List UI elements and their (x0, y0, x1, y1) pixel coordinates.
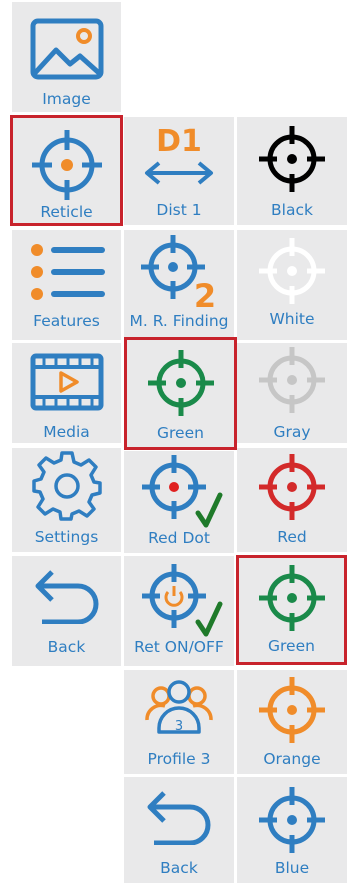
menu-item-media[interactable]: Media (12, 343, 121, 443)
menu-item-white[interactable]: White (237, 230, 347, 340)
menu-item-reticle[interactable]: Reticle (10, 115, 123, 226)
menu-item-label: Back (160, 859, 198, 877)
reticle-power-icon (142, 564, 223, 637)
menu-item-red-dot[interactable]: Red Dot (124, 451, 234, 553)
reticle-badge: 2 (194, 277, 216, 311)
check-icon (195, 601, 223, 637)
menu-item-gray[interactable]: Gray (237, 343, 347, 443)
distance-badge: D1 (156, 124, 202, 159)
menu-item-back-2[interactable]: Back (124, 777, 234, 883)
menu-item-label: Green (268, 637, 315, 655)
list-icon (30, 244, 105, 300)
menu-item-red[interactable]: Red (237, 448, 347, 552)
menu-item-label: Settings (34, 528, 99, 546)
menu-item-blue[interactable]: Blue (237, 777, 347, 883)
reticle-blue-icon (259, 787, 325, 853)
film-play-icon (30, 353, 103, 411)
menu-item-label: Gray (273, 423, 311, 441)
distance-icon: D1 (145, 124, 213, 185)
menu-item-back[interactable]: Back (12, 556, 121, 666)
gear-icon (31, 451, 102, 521)
menu-item-label: Red (277, 528, 307, 546)
reticle-black-icon (259, 126, 325, 192)
menu-item-label: Orange (263, 750, 321, 768)
menu-item-black[interactable]: Black (237, 117, 347, 225)
reticle-red-icon (259, 454, 325, 520)
menu-item-label: Profile 3 (147, 750, 211, 768)
back-arrow-icon (35, 570, 98, 624)
profile-badge: 3 (175, 719, 183, 734)
reticle-icon (31, 130, 102, 200)
reticle-red-dot-icon (142, 455, 223, 528)
menu-item-settings[interactable]: Settings (12, 448, 121, 552)
menu-item-label: White (269, 310, 315, 328)
menu-item-label: Back (47, 638, 86, 656)
check-icon (195, 492, 223, 528)
menu-item-label: Black (271, 201, 313, 219)
reticle-white-icon (259, 238, 325, 304)
menu-item-label: Red Dot (148, 529, 210, 547)
menu-item-label: M. R. Finding (129, 312, 229, 330)
menu-item-m-r-finding[interactable]: 2 M. R. Finding (124, 230, 234, 340)
menu-item-dist-1[interactable]: D1 Dist 1 (124, 117, 234, 225)
reticle-green-icon (258, 565, 325, 631)
back-arrow-icon (147, 791, 211, 845)
menu-item-label: Media (43, 423, 90, 441)
menu-item-label: Blue (274, 859, 310, 877)
menu-item-ret-on-off[interactable]: Ret ON/OFF (124, 556, 234, 666)
menu-item-green-2[interactable]: Green (236, 555, 347, 665)
menu-item-label: Reticle (40, 203, 93, 221)
menu-item-label: Image (42, 90, 91, 108)
reticle-2-icon: 2 (141, 235, 216, 311)
reticle-gray-icon (259, 347, 325, 413)
menu-item-label: Green (157, 424, 204, 442)
menu-item-green[interactable]: Green (124, 337, 237, 450)
menu-item-label: Dist 1 (156, 201, 202, 219)
reticle-green-icon (147, 350, 214, 416)
menu-item-label: Ret ON/OFF (134, 638, 224, 656)
reticle-orange-icon (259, 677, 325, 743)
menu-item-label: Features (33, 312, 100, 330)
image-icon (30, 18, 103, 80)
menu-item-features[interactable]: Features (12, 230, 121, 340)
menu-item-orange[interactable]: Orange (237, 670, 347, 774)
menu-item-image[interactable]: Image (12, 2, 121, 112)
menu-item-profile-3[interactable]: 3 Profile 3 (124, 670, 234, 774)
profile-icon: 3 (145, 680, 213, 734)
